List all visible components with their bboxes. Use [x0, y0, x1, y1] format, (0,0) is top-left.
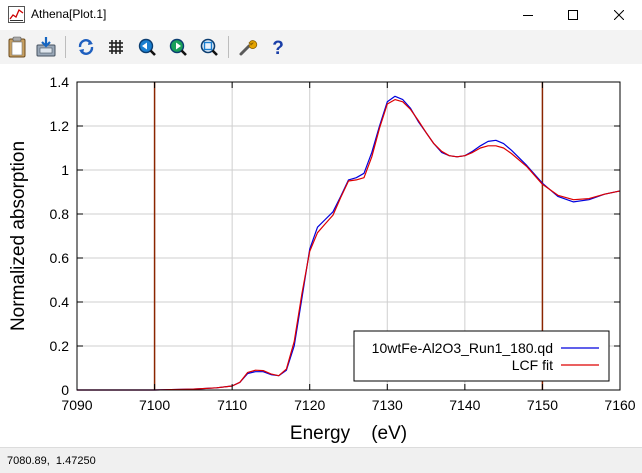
- status-bar: 7080.89, 1.47250: [0, 447, 642, 473]
- plot-area[interactable]: 7090 7100 7110 7120 7130 7140 7150 7160 0 0.2 0.4 0…: [0, 64, 642, 447]
- app-icon: [8, 6, 25, 23]
- grid-button[interactable]: [104, 35, 128, 59]
- settings-button[interactable]: [236, 35, 260, 59]
- close-button[interactable]: [596, 0, 642, 30]
- legend-box: [353, 330, 610, 382]
- wrench-icon: [239, 40, 258, 56]
- x-axis-label: Energy (eV): [290, 423, 407, 444]
- help-button[interactable]: ?: [266, 35, 290, 59]
- cursor-coordinates: 7080.89, 1.47250: [7, 455, 96, 467]
- y-axis-label: Normalized absorption: [8, 141, 29, 331]
- close-icon: [614, 10, 624, 20]
- zoom-back-icon: [138, 38, 156, 56]
- x-tick-label: 7140: [449, 397, 480, 413]
- x-tick-label: 7100: [139, 397, 170, 413]
- clipboard-icon: [8, 36, 26, 58]
- save-button[interactable]: [34, 35, 58, 59]
- save-icon: [36, 37, 56, 57]
- refresh-button[interactable]: [74, 35, 98, 59]
- xanes-chart[interactable]: 7090 7100 7110 7120 7130 7140 7150 7160 0 0.2 0.4 0…: [0, 64, 642, 447]
- grid-icon: [109, 40, 123, 54]
- zoom-icon: [200, 38, 218, 56]
- zoom-button[interactable]: [197, 35, 221, 59]
- x-tick-label: 7110: [217, 397, 247, 413]
- x-tick-label: 7090: [61, 397, 92, 413]
- maximize-button[interactable]: [550, 0, 596, 30]
- refresh-icon: [78, 39, 94, 55]
- x-tick-label: 7160: [604, 397, 635, 413]
- title-bar: Athena[Plot.1]: [0, 0, 642, 31]
- maximize-icon: [568, 10, 578, 20]
- y-tick-label: 1.4: [50, 74, 70, 90]
- legend-label: LCF fit: [512, 357, 553, 373]
- legend: 10wtFe-Al2O3_Run1_180.qdLCF fit: [353, 330, 610, 382]
- y-tick-label: 1.2: [50, 118, 70, 134]
- minimize-button[interactable]: [505, 0, 551, 30]
- y-tick-label: 0.6: [50, 250, 70, 266]
- zoom-back-button[interactable]: [135, 35, 159, 59]
- x-tick-label: 7120: [294, 397, 325, 413]
- x-tick-label: 7130: [372, 397, 403, 413]
- minimize-icon: [523, 15, 533, 16]
- zoom-forward-button[interactable]: [166, 35, 190, 59]
- y-tick-label: 0.4: [50, 294, 70, 310]
- help-icon: ?: [272, 38, 284, 57]
- svg-text:?: ?: [272, 38, 284, 57]
- clipboard-button[interactable]: [5, 35, 29, 59]
- toolbar-separator: [228, 36, 229, 58]
- y-tick-label: 0: [61, 382, 69, 398]
- y-tick-label: 0.8: [50, 206, 70, 222]
- toolbar: ?: [0, 30, 642, 64]
- y-tick-label: 1: [61, 162, 69, 178]
- toolbar-separator: [65, 36, 66, 58]
- window-title: Athena[Plot.1]: [31, 7, 107, 21]
- legend-label: 10wtFe-Al2O3_Run1_180.qd: [372, 340, 553, 356]
- zoom-forward-icon: [169, 38, 187, 56]
- y-tick-label: 0.2: [50, 338, 70, 354]
- x-tick-label: 7150: [527, 397, 558, 413]
